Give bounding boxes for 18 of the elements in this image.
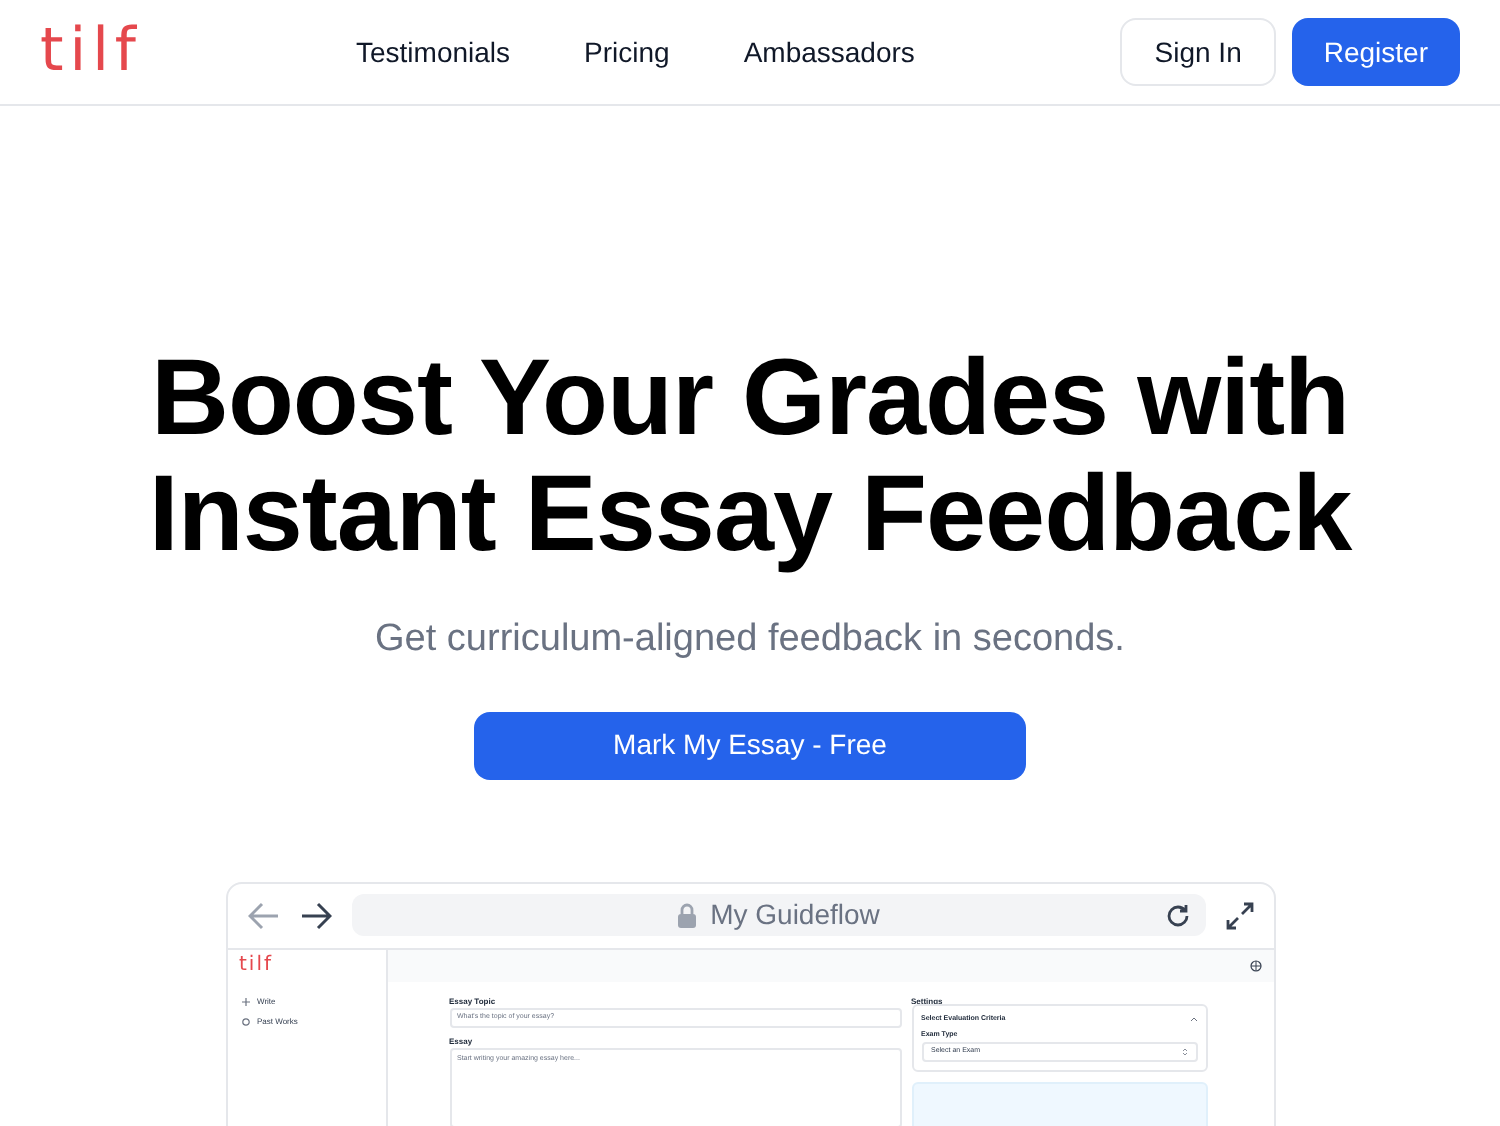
sign-in-button[interactable]: Sign In bbox=[1120, 18, 1276, 86]
hero-heading: Boost Your Grades with Instant Essay Feedback bbox=[146, 340, 1354, 572]
cta-button[interactable]: Mark My Essay - Free bbox=[474, 711, 1026, 779]
plus-icon bbox=[241, 997, 249, 1005]
reload-icon[interactable] bbox=[1165, 903, 1189, 927]
lock-icon bbox=[676, 902, 699, 928]
logo[interactable]: tilf bbox=[40, 22, 340, 82]
hero-subtitle: Get curriculum-aligned feedback in seconds. bbox=[375, 616, 1125, 664]
register-button[interactable]: Register bbox=[1291, 18, 1460, 86]
expand-icon[interactable] bbox=[1225, 901, 1253, 929]
nav-link[interactable]: Pricing bbox=[584, 31, 670, 73]
forward-arrow-icon[interactable] bbox=[299, 901, 331, 929]
nav-link[interactable]: Ambassadors bbox=[743, 31, 915, 73]
address-bar[interactable]: My Guideflow bbox=[351, 894, 1205, 936]
app-logo: tilf bbox=[239, 955, 275, 975]
address-text: My Guideflow bbox=[710, 896, 880, 934]
select-arrows-icon bbox=[1181, 1048, 1187, 1056]
nav-link[interactable]: Testimonials bbox=[356, 31, 511, 73]
